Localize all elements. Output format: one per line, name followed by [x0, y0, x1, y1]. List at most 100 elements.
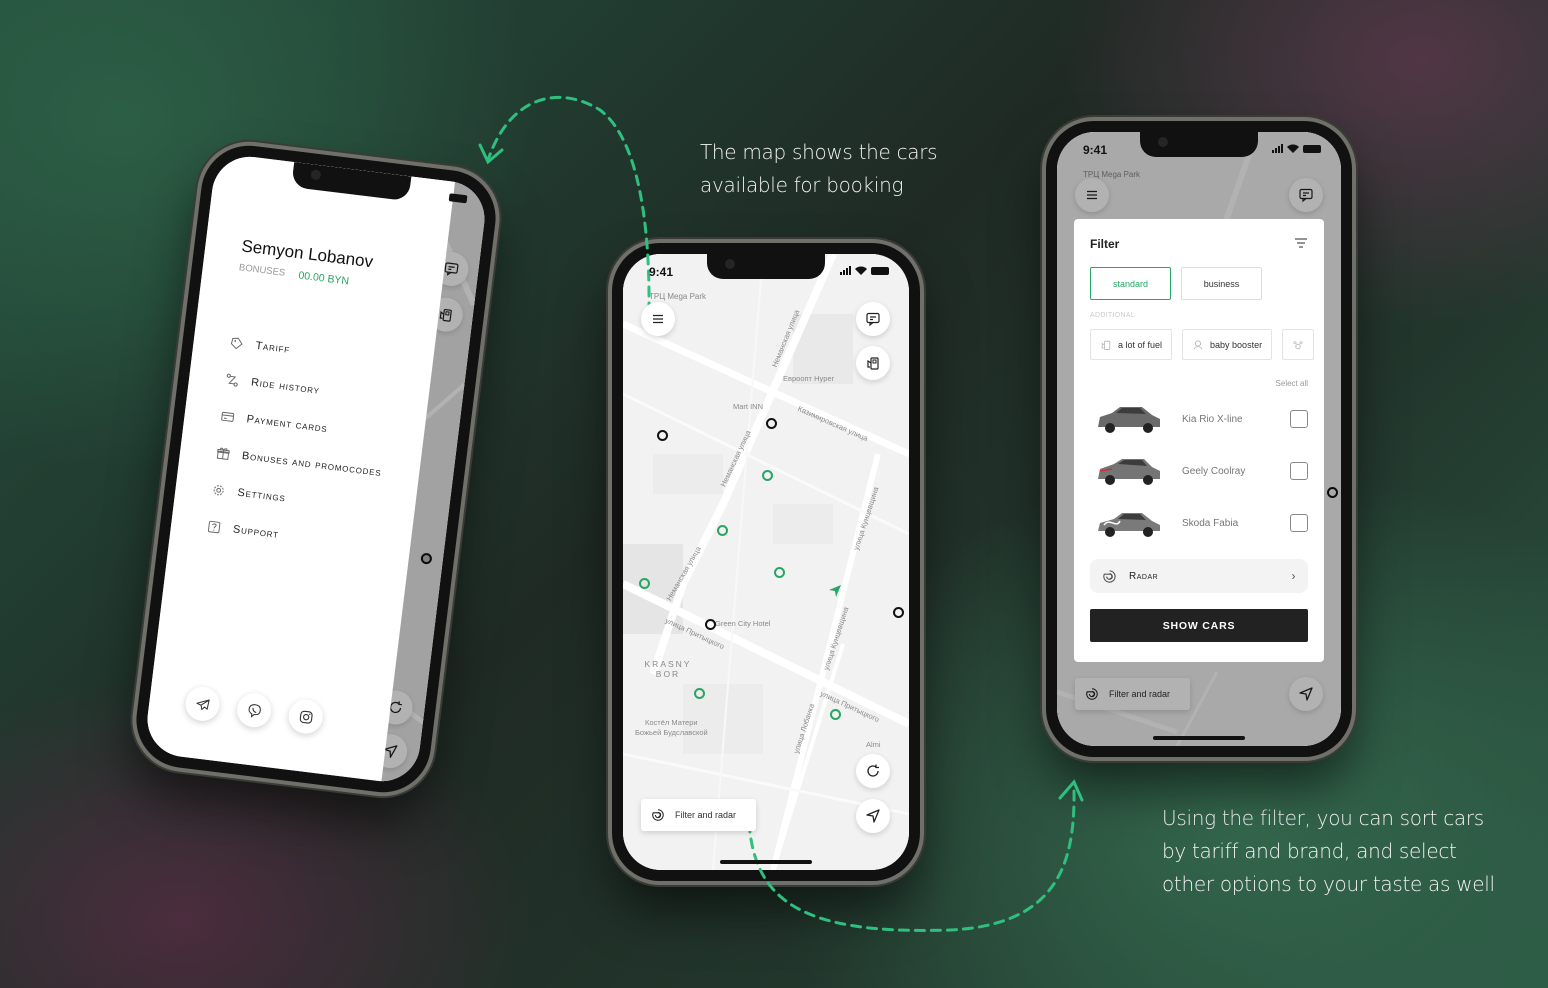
tag-icon: [230, 337, 243, 349]
signal-icon: [840, 266, 851, 275]
navigation-arrow-icon: [866, 809, 880, 823]
viber-button[interactable]: [235, 691, 274, 730]
additional-options: a lot of fuel baby booster: [1090, 329, 1341, 360]
question-icon: [208, 520, 221, 533]
home-indicator: [1153, 736, 1245, 740]
map-label: Костёл Матери: [645, 718, 698, 727]
car-checkbox[interactable]: [1290, 410, 1308, 428]
filter-and-radar-button[interactable]: Filter and radar: [641, 799, 756, 831]
map-label: Евроопт Hyper: [783, 374, 835, 383]
gear-icon: [213, 484, 224, 495]
fuel-station-button[interactable]: [856, 346, 890, 380]
car-pin-available[interactable]: [717, 525, 728, 536]
bonuses-label: BONUSES: [238, 262, 286, 279]
car-image: [1090, 399, 1166, 439]
gift-icon: [216, 447, 230, 460]
car-list: Kia Rio X-line Geely Coolray Skoda Fabia: [1090, 393, 1308, 549]
locate-me-button[interactable]: [856, 799, 890, 833]
caption-map: The map shows the cars available for boo…: [700, 136, 938, 202]
phone-screen: ТРЦ Mega Park Filter and radar Filter st…: [1057, 132, 1341, 746]
car-row[interactable]: Kia Rio X-line: [1090, 393, 1308, 445]
instagram-button[interactable]: [286, 697, 325, 736]
car-pin-available[interactable]: [694, 688, 705, 699]
telegram-icon: [196, 698, 210, 710]
car-name: Skoda Fabia: [1182, 517, 1239, 529]
show-cars-button[interactable]: SHOW CARS: [1090, 609, 1308, 642]
paw-icon: [1293, 340, 1303, 349]
credit-card-icon: [221, 411, 235, 422]
filter-sort-icon[interactable]: [1294, 237, 1308, 249]
phone-notch: [1140, 132, 1258, 157]
car-row[interactable]: Geely Coolray: [1090, 445, 1308, 497]
wifi-icon: [855, 266, 867, 275]
status-time: 9:41: [649, 265, 674, 279]
car-checkbox[interactable]: [1290, 514, 1308, 532]
menu-item-label: Payment cards: [245, 412, 329, 435]
car-pin-available[interactable]: [774, 567, 785, 578]
car-pin-busy[interactable]: [705, 619, 716, 630]
radar-icon: [1103, 569, 1116, 583]
phone-filter: ТРЦ Mega Park Filter and radar Filter st…: [1046, 121, 1352, 757]
menu-item-label: Ride history: [250, 375, 321, 397]
car-image: [1090, 503, 1166, 543]
car-pin-available[interactable]: [762, 470, 773, 481]
car-pin-available[interactable]: [639, 578, 650, 589]
caption-line: The map shows the cars: [700, 140, 938, 164]
select-all-link[interactable]: Select all: [1276, 379, 1308, 388]
caption-line: available for booking: [700, 173, 904, 197]
filter-and-radar-label: Filter and radar: [675, 810, 737, 820]
car-image: [1090, 451, 1166, 491]
arrowhead-filter: [1058, 779, 1084, 802]
map-label: Божьей Будславской: [635, 728, 708, 737]
battery-icon: [871, 266, 889, 275]
option-label: baby booster: [1210, 339, 1263, 350]
tariff-standard[interactable]: standard: [1090, 267, 1171, 300]
phone-map: ТРЦ Mega Park Евроопт Hyper Mart INN Gre…: [612, 243, 920, 881]
map-label-location: ТРЦ Mega Park: [649, 292, 707, 301]
map-label: KRASNY BOR: [644, 659, 692, 679]
tariff-business[interactable]: business: [1181, 267, 1262, 300]
signal-icon: [1272, 144, 1283, 153]
car-name: Geely Coolray: [1182, 465, 1246, 477]
status-icons: [840, 266, 889, 275]
phone-menu: Almi Semyon Lobanov BONUSES 00.00 BYN Ta…: [130, 140, 502, 798]
instagram-icon: [299, 710, 313, 724]
viber-icon: [248, 703, 261, 718]
option-label: a lot of fuel: [1118, 339, 1163, 350]
hamburger-menu-icon: [653, 314, 663, 324]
menu-item-label: Tariff: [254, 339, 291, 356]
fuel-icon: [1101, 340, 1111, 350]
car-pin-busy[interactable]: [893, 607, 904, 618]
battery-icon: [1303, 144, 1321, 153]
chat-icon: [866, 312, 880, 327]
phone-screen: ТРЦ Mega Park Евроопт Hyper Mart INN Gre…: [623, 254, 909, 870]
car-row[interactable]: Skoda Fabia: [1090, 497, 1308, 549]
chat-button[interactable]: [856, 302, 890, 336]
telegram-button[interactable]: [183, 684, 222, 723]
refresh-button[interactable]: [856, 754, 890, 788]
car-name: Kia Rio X-line: [1182, 413, 1243, 425]
baby-seat-icon: [1193, 339, 1203, 350]
social-links: [183, 684, 325, 736]
bonuses-value: 00.00 BYN: [297, 269, 350, 288]
phone-notch: [707, 254, 825, 279]
option-baby-booster[interactable]: baby booster: [1182, 329, 1273, 360]
radar-row[interactable]: Radar ›: [1090, 559, 1308, 593]
menu-button[interactable]: [641, 302, 675, 336]
option-pets[interactable]: [1282, 329, 1315, 360]
car-checkbox[interactable]: [1290, 462, 1308, 480]
map-label: Green City Hotel: [715, 619, 771, 628]
option-lot-of-fuel[interactable]: a lot of fuel: [1090, 329, 1173, 360]
car-pin-busy[interactable]: [657, 430, 668, 441]
home-indicator: [720, 860, 812, 864]
menu-item-label: Support: [232, 522, 280, 541]
route-icon: [226, 373, 238, 387]
fuel-icon: [867, 357, 879, 370]
caption-line: other options to your taste as well: [1162, 872, 1495, 896]
radar-label: Radar: [1129, 570, 1159, 582]
car-pin-available[interactable]: [830, 709, 841, 720]
car-pin-busy[interactable]: [766, 418, 777, 429]
caption-line: Using the filter, you can sort cars: [1162, 806, 1484, 830]
radar-icon: [652, 809, 664, 821]
status-icons: [1272, 144, 1321, 153]
